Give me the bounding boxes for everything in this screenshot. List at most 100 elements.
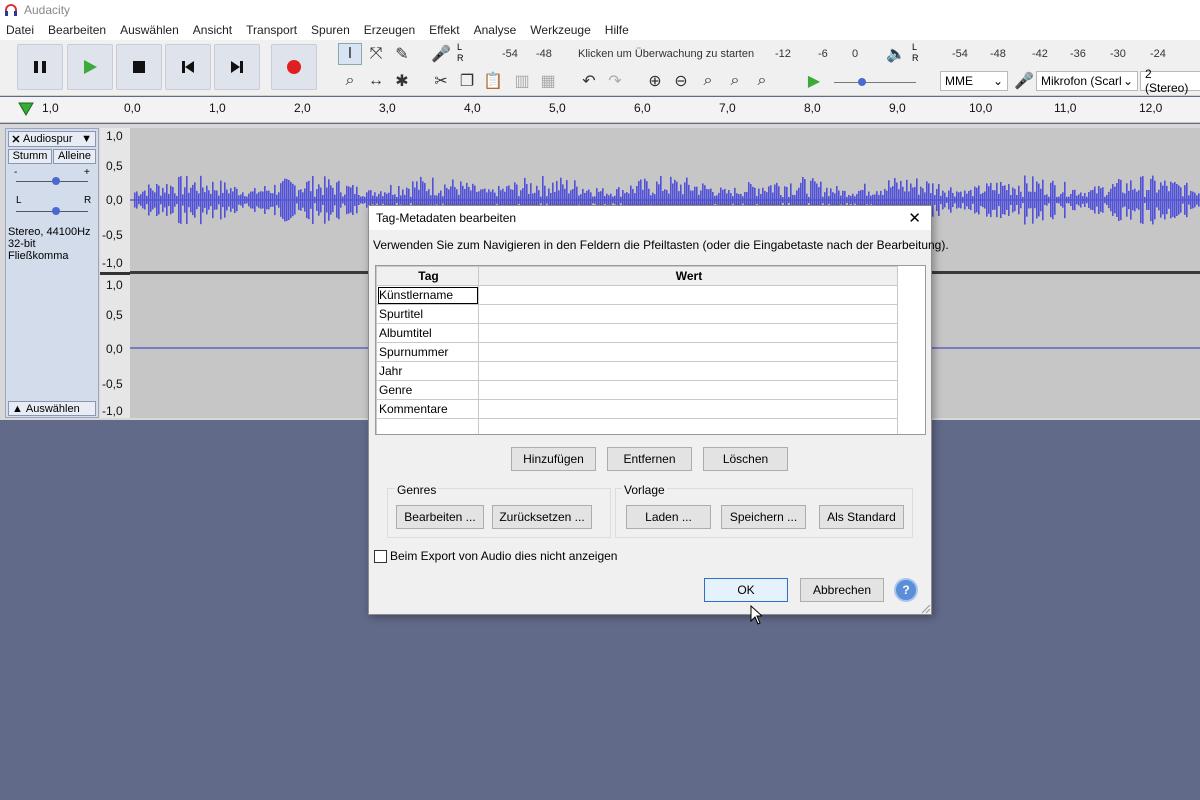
- collapse-track-icon[interactable]: ▲: [12, 403, 23, 415]
- tag-cell[interactable]: Künstlername: [376, 285, 479, 305]
- redo-icon[interactable]: ↷: [603, 70, 627, 92]
- value-cell[interactable]: [478, 418, 898, 434]
- metadata-grid[interactable]: Tag Wert Künstlername Spurtitel Albumtit…: [375, 265, 926, 435]
- waveform-sample: [134, 192, 136, 208]
- zoom-in-icon[interactable]: ⊕: [643, 70, 667, 92]
- record-meter[interactable]: -54 -48 Klicken um Überwachung zu starte…: [500, 43, 870, 65]
- value-cell[interactable]: [478, 285, 898, 305]
- pause-button[interactable]: [17, 44, 63, 90]
- mute-button[interactable]: Stumm: [8, 149, 52, 164]
- close-track-icon[interactable]: ✕: [9, 133, 23, 146]
- table-row[interactable]: Künstlername: [376, 285, 898, 305]
- solo-button[interactable]: Alleine: [53, 149, 96, 164]
- waveform-sample: [338, 180, 340, 220]
- menu-werkzeuge[interactable]: Werkzeuge: [530, 23, 590, 37]
- play-speed-slider[interactable]: [834, 75, 916, 89]
- table-row[interactable]: Spurtitel: [376, 304, 898, 324]
- trim-icon[interactable]: ▥: [510, 70, 534, 92]
- resize-grip-icon[interactable]: [921, 604, 931, 614]
- value-cell[interactable]: [478, 304, 898, 324]
- record-meter-mic-icon[interactable]: 🎤: [429, 43, 453, 65]
- template-load-button[interactable]: Laden ...: [626, 505, 711, 529]
- draw-tool-icon[interactable]: ✎: [390, 43, 414, 65]
- table-row[interactable]: Kommentare: [376, 399, 898, 419]
- add-button[interactable]: Hinzufügen: [511, 447, 596, 471]
- play-button[interactable]: [67, 44, 113, 90]
- menu-erzeugen[interactable]: Erzeugen: [364, 23, 415, 37]
- pan-slider[interactable]: [16, 207, 88, 217]
- tag-cell[interactable]: [376, 418, 479, 434]
- playback-meter-speaker-icon[interactable]: 🔈: [884, 43, 908, 65]
- tag-cell[interactable]: Genre: [376, 380, 479, 400]
- table-row[interactable]: Genre: [376, 380, 898, 400]
- dont-show-checkbox[interactable]: [374, 549, 387, 563]
- ok-button[interactable]: OK: [704, 578, 788, 602]
- genres-edit-button[interactable]: Bearbeiten ...: [396, 505, 484, 529]
- silence-icon[interactable]: ▦: [536, 70, 560, 92]
- menu-datei[interactable]: Datei: [6, 23, 34, 37]
- template-default-button[interactable]: Als Standard: [819, 505, 904, 529]
- tag-cell[interactable]: Albumtitel: [376, 323, 479, 343]
- timeshift-tool-icon[interactable]: ↔: [364, 70, 388, 92]
- menu-hilfe[interactable]: Hilfe: [605, 23, 629, 37]
- close-icon[interactable]: ✕: [908, 209, 921, 227]
- remove-button[interactable]: Entfernen: [607, 447, 692, 471]
- skip-start-button[interactable]: [165, 44, 211, 90]
- menu-bearbeiten[interactable]: Bearbeiten: [48, 23, 106, 37]
- play-at-speed-icon[interactable]: ▶: [802, 70, 826, 92]
- tag-cell[interactable]: Spurnummer: [376, 342, 479, 362]
- tag-cell[interactable]: Kommentare: [376, 399, 479, 419]
- stop-button[interactable]: [116, 44, 162, 90]
- skip-end-button[interactable]: [214, 44, 260, 90]
- select-track-button[interactable]: ▲ Auswählen: [8, 401, 96, 416]
- menu-ansicht[interactable]: Ansicht: [193, 23, 232, 37]
- table-row[interactable]: Spurnummer: [376, 342, 898, 362]
- multi-tool-icon[interactable]: ✱: [390, 70, 414, 92]
- menu-effekt[interactable]: Effekt: [429, 23, 459, 37]
- menu-transport[interactable]: Transport: [246, 23, 297, 37]
- envelope-tool-icon[interactable]: ⤧: [364, 43, 388, 65]
- clear-button[interactable]: Löschen: [703, 447, 788, 471]
- selection-tool-icon[interactable]: I: [338, 43, 362, 65]
- fit-project-icon[interactable]: ⌕: [723, 70, 747, 92]
- paste-icon[interactable]: 📋: [481, 70, 505, 92]
- track-name-bar[interactable]: ✕ Audiospur ▼: [8, 131, 96, 147]
- timeline-pin-icon[interactable]: [18, 102, 34, 116]
- menu-spuren[interactable]: Spuren: [311, 23, 350, 37]
- undo-icon[interactable]: ↶: [577, 70, 601, 92]
- timeline-ruler[interactable]: 1,0 0,0 1,0 2,0 3,0 4,0 5,0 6,0 7,0 8,0 …: [0, 97, 1200, 123]
- value-cell[interactable]: [478, 399, 898, 419]
- zoom-toggle-icon[interactable]: ⌕: [750, 70, 774, 92]
- template-save-button[interactable]: Speichern ...: [721, 505, 806, 529]
- value-cell[interactable]: [478, 323, 898, 343]
- value-cell[interactable]: [478, 380, 898, 400]
- copy-icon[interactable]: ❐: [455, 70, 479, 92]
- waveform-sample: [358, 195, 360, 205]
- menu-analyse[interactable]: Analyse: [474, 23, 517, 37]
- gain-slider[interactable]: [16, 177, 88, 187]
- playback-meter[interactable]: -54 -48 -42 -36 -30 -24: [950, 43, 1195, 65]
- help-button[interactable]: ?: [894, 578, 918, 602]
- tag-cell[interactable]: Spurtitel: [376, 304, 479, 324]
- input-device-select[interactable]: Mikrofon (Scarl ⌄: [1036, 71, 1138, 91]
- tag-cell[interactable]: Jahr: [376, 361, 479, 381]
- channels-select[interactable]: 2 (Stereo): [1140, 67, 1200, 95]
- table-row[interactable]: Jahr: [376, 361, 898, 381]
- value-cell[interactable]: [478, 342, 898, 362]
- waveform-sample: [968, 190, 970, 210]
- table-row[interactable]: [376, 418, 898, 434]
- zoom-out-icon[interactable]: ⊖: [669, 70, 693, 92]
- waveform-sample: [988, 186, 990, 214]
- cancel-button[interactable]: Abbrechen: [800, 578, 884, 602]
- audio-host-select[interactable]: MME ⌄: [940, 71, 1008, 91]
- fit-selection-icon[interactable]: ⌕: [696, 70, 720, 92]
- table-row[interactable]: Albumtitel: [376, 323, 898, 343]
- zoom-tool-icon[interactable]: ⌕: [338, 70, 362, 92]
- cut-icon[interactable]: ✂: [429, 70, 453, 92]
- track-menu-chevron-icon[interactable]: ▼: [81, 133, 92, 145]
- dont-show-checkbox-row[interactable]: Beim Export von Audio dies nicht anzeige…: [374, 549, 617, 563]
- genres-reset-button[interactable]: Zurücksetzen ...: [492, 505, 592, 529]
- record-button[interactable]: [271, 44, 317, 90]
- value-cell[interactable]: [478, 361, 898, 381]
- menu-auswaehlen[interactable]: Auswählen: [120, 23, 179, 37]
